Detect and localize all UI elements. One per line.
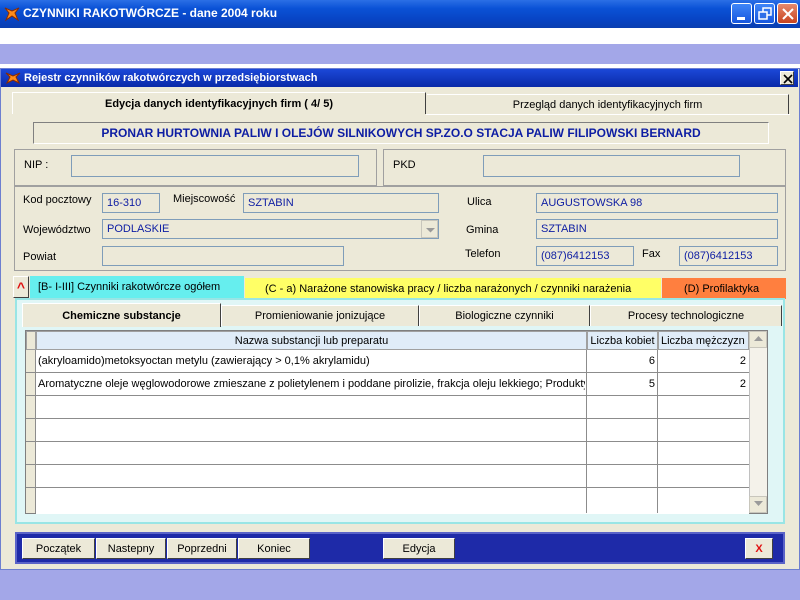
street-label: Ulica	[467, 196, 492, 208]
cell-women-count[interactable]: 6	[587, 350, 658, 372]
fax-label: Fax	[642, 248, 661, 260]
postal-code-label: Kod pocztowy	[23, 194, 92, 206]
firm-name-display: PRONAR HURTOWNIA PALIW I OLEJÓW SILNIKOW…	[33, 122, 769, 144]
last-record-button[interactable]: Koniec	[238, 538, 310, 559]
city-label: Miejscowość	[173, 193, 236, 205]
scroll-up-button[interactable]	[749, 331, 767, 348]
window-close-button[interactable]	[780, 71, 794, 85]
column-header-women[interactable]: Liczba kobiet	[587, 331, 658, 350]
chevron-down-icon[interactable]	[421, 220, 438, 238]
phone-field[interactable]: (087)6412153	[536, 246, 634, 266]
close-app-button[interactable]	[777, 3, 798, 24]
cell-men-count[interactable]: 2	[658, 350, 749, 372]
tab-exposed-positions[interactable]: (C - a) Narażone stanowiska pracy / licz…	[245, 278, 661, 299]
county-field[interactable]	[102, 246, 344, 266]
municipality-label: Gmina	[466, 224, 499, 236]
pkd-label: PKD	[393, 159, 416, 171]
close-form-button[interactable]: X	[745, 538, 773, 559]
voivodeship-select[interactable]: PODLASKIE	[102, 219, 439, 239]
county-label: Powiat	[23, 251, 57, 263]
table-row[interactable]	[26, 465, 749, 488]
city-field[interactable]: SZTABIN	[243, 193, 439, 213]
collapse-caret-button[interactable]: ^	[13, 276, 29, 298]
previous-record-button[interactable]: Poprzedni	[167, 538, 237, 559]
next-record-button[interactable]: Nastepny	[96, 538, 166, 559]
grid-corner	[26, 331, 36, 350]
table-row[interactable]	[26, 419, 749, 442]
cell-men-count[interactable]: 2	[658, 373, 749, 395]
cell-substance-name[interactable]: Aromatyczne oleje węglowodorowe zmieszan…	[38, 373, 585, 395]
street-field[interactable]: AUGUSTOWSKA 98	[536, 193, 778, 213]
postal-code-field[interactable]: 16-310	[102, 193, 160, 213]
cell-women-count[interactable]: 5	[587, 373, 658, 395]
table-row[interactable]	[26, 396, 749, 419]
tab-divider	[426, 114, 790, 115]
row-selector[interactable]	[26, 488, 36, 513]
scroll-down-button[interactable]	[749, 496, 767, 513]
tab-edit-firm-data[interactable]: Edycja danych identyfikacyjnych firm ( 4…	[12, 92, 426, 114]
app-title: CZYNNIKI RAKOTWÓRCZE - dane 2004 roku	[23, 6, 278, 20]
nip-label: NIP :	[24, 159, 49, 171]
voivodeship-label: Województwo	[23, 224, 91, 236]
edit-button[interactable]: Edycja	[383, 538, 455, 559]
tab-prophylaxis[interactable]: (D) Profilaktyka	[662, 278, 786, 299]
window-icon	[5, 71, 21, 85]
tab-carcinogens-total[interactable]: [B- I-III] Czynniki rakotwórcze ogółem	[30, 276, 244, 298]
pkd-field[interactable]	[483, 155, 740, 177]
tab-biological-agents[interactable]: Biologiczne czynniki	[419, 305, 590, 326]
fax-field[interactable]: (087)6412153	[679, 246, 778, 266]
first-record-button[interactable]: Początek	[22, 538, 95, 559]
app-icon	[3, 5, 21, 23]
municipality-field[interactable]: SZTABIN	[536, 219, 778, 239]
toolbar-band	[0, 44, 800, 64]
column-divider	[586, 350, 587, 513]
nip-field[interactable]	[71, 155, 359, 177]
minimize-button[interactable]	[731, 3, 752, 24]
table-row[interactable]	[26, 442, 749, 465]
status-band	[0, 570, 800, 600]
menu-band	[0, 28, 800, 44]
tab-browse-firm-data[interactable]: Przegląd danych identyfikacyjnych firm	[427, 94, 789, 115]
tab-technological-processes[interactable]: Procesy technologiczne	[590, 305, 782, 326]
column-divider	[657, 350, 658, 513]
tab-ionizing-radiation[interactable]: Promieniowanie jonizujące	[221, 305, 419, 326]
cell-substance-name[interactable]: (akryloamido)metoksyoctan metylu (zawier…	[38, 350, 585, 372]
registry-window-title: Rejestr czynników rakotwórczych w przeds…	[24, 72, 318, 84]
grid-vertical-scrollbar[interactable]	[749, 331, 767, 513]
tab-chemical-substances[interactable]: Chemiczne substancje	[22, 303, 221, 327]
phone-label: Telefon	[465, 248, 501, 260]
column-header-men[interactable]: Liczba mężczyzn	[658, 331, 749, 350]
restore-button[interactable]	[754, 3, 775, 24]
column-header-substance[interactable]: Nazwa substancji lub preparatu	[36, 331, 587, 350]
